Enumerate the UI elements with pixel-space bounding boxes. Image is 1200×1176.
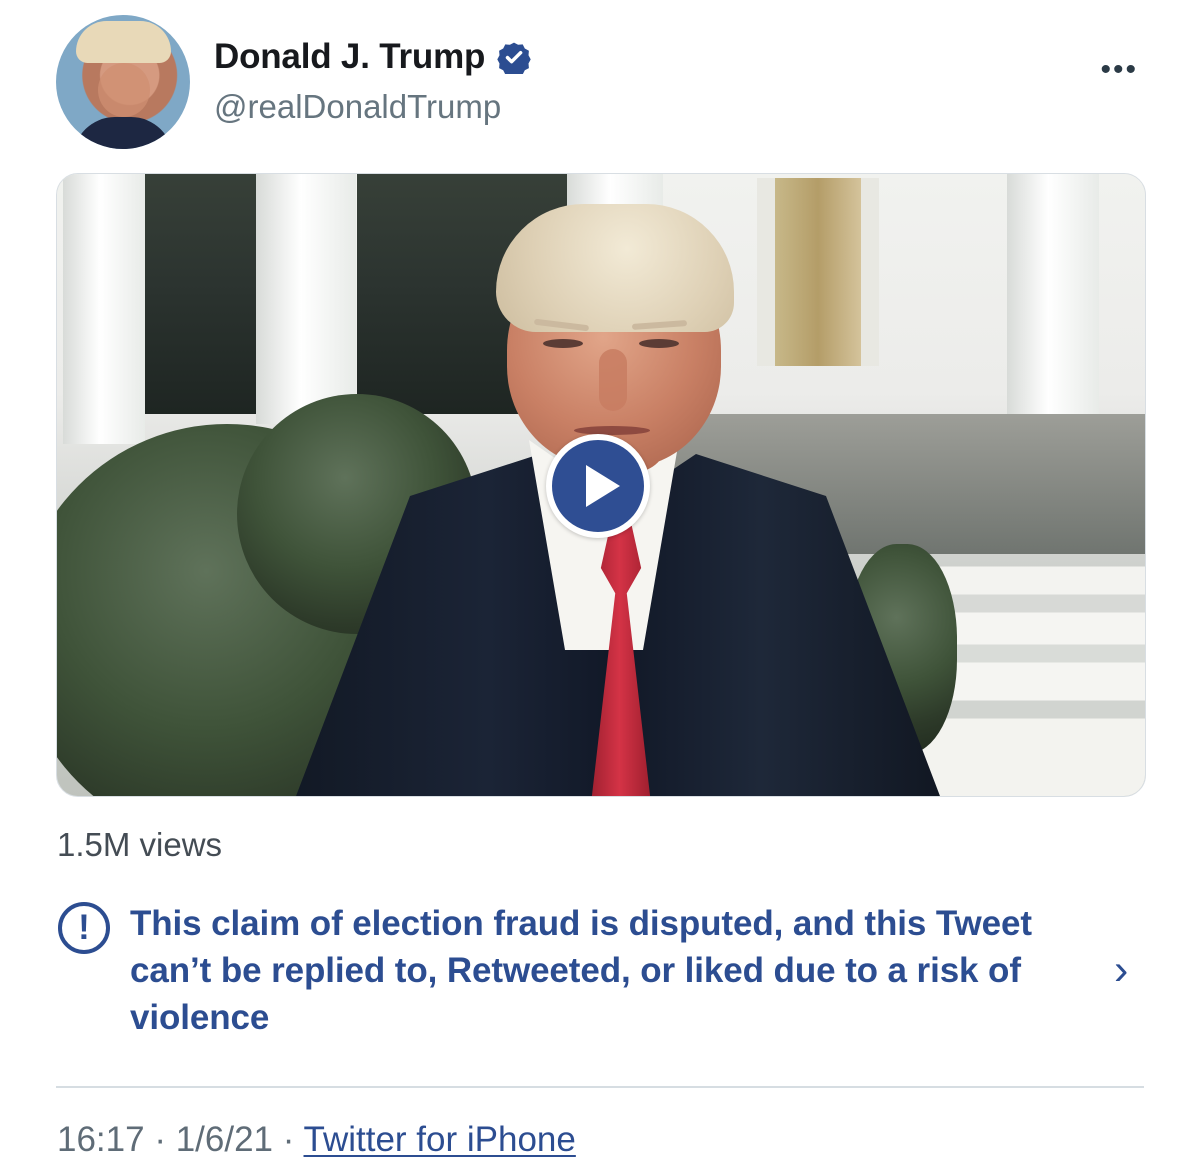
author-name-row: Donald J. Trump bbox=[214, 37, 531, 77]
avatar-face bbox=[98, 63, 150, 117]
mouth bbox=[574, 426, 650, 435]
notice-text[interactable]: This claim of election fraud is disputed… bbox=[130, 900, 1090, 1041]
metadata-separator: · bbox=[144, 1120, 176, 1159]
play-triangle-icon bbox=[586, 465, 620, 507]
view-count: 1.5M views bbox=[57, 826, 223, 863]
white-column bbox=[63, 174, 145, 444]
disputed-claim-notice[interactable]: ! This claim of election fraud is disput… bbox=[56, 900, 1144, 1050]
play-icon[interactable] bbox=[546, 434, 650, 538]
tweet-time: 16:17 bbox=[57, 1120, 145, 1159]
avatar-suit bbox=[73, 117, 173, 149]
author-handle[interactable]: @realDonaldTrump bbox=[214, 88, 501, 126]
divider bbox=[56, 1086, 1144, 1088]
tweet-header: Donald J. Trump @realDonaldTrump ••• bbox=[56, 15, 1144, 150]
more-options-icon[interactable]: ••• bbox=[1100, 55, 1138, 85]
metadata-separator: · bbox=[273, 1120, 304, 1159]
exclamation-icon: ! bbox=[58, 902, 110, 954]
hair bbox=[496, 204, 734, 332]
tweet-date: 1/6/21 bbox=[175, 1120, 274, 1159]
nose bbox=[599, 349, 627, 411]
left-eye bbox=[543, 339, 583, 348]
right-eye bbox=[639, 339, 679, 348]
dark-doorway bbox=[143, 174, 263, 414]
avatar[interactable] bbox=[56, 15, 190, 149]
source-link[interactable]: Twitter for iPhone bbox=[304, 1120, 576, 1159]
tweet-metadata: 16:17 · 1/6/21 · Twitter for iPhone bbox=[57, 1120, 576, 1160]
chevron-right-icon[interactable]: › bbox=[1114, 949, 1144, 992]
author-name[interactable]: Donald J. Trump bbox=[214, 37, 485, 77]
avatar-hair bbox=[76, 21, 171, 63]
verified-badge-icon bbox=[497, 40, 531, 74]
video-media[interactable] bbox=[56, 173, 1146, 797]
